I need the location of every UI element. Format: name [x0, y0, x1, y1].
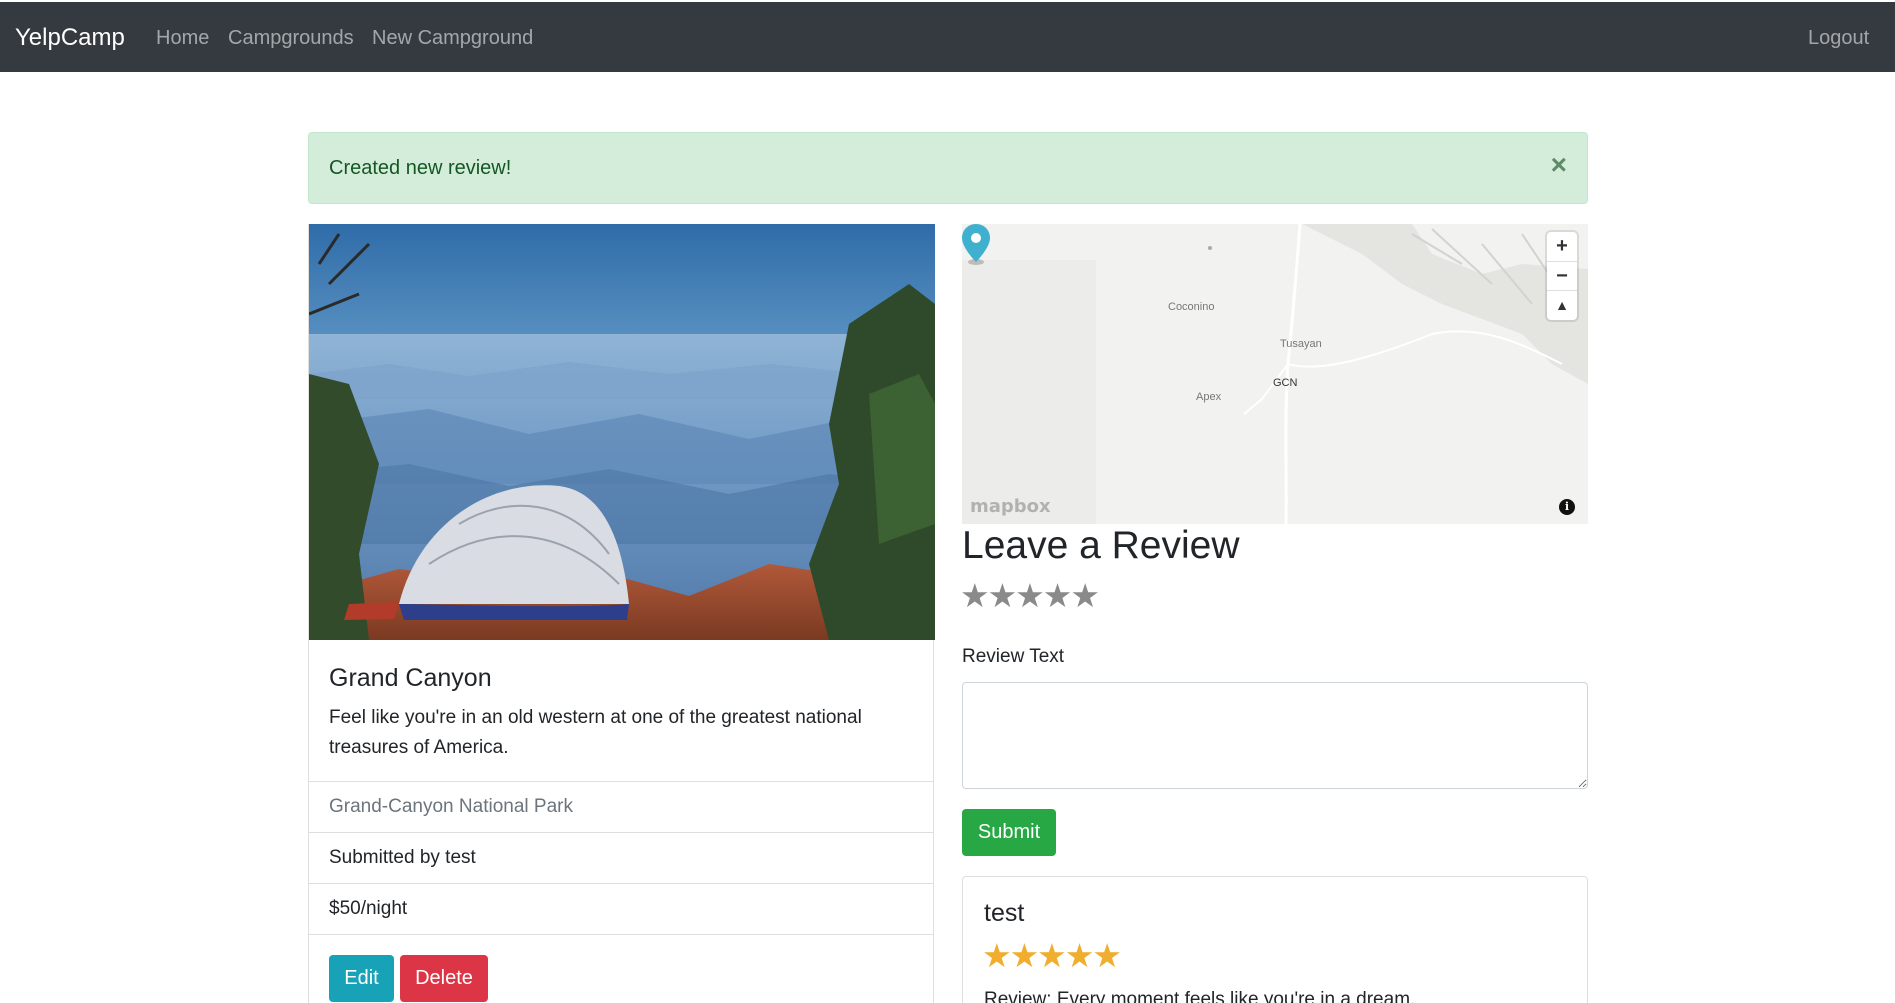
review-card: test ★★★★★ Review: Every moment feels li…: [962, 876, 1588, 1003]
campground-price: $50/night: [309, 883, 933, 934]
info-icon[interactable]: i: [1559, 499, 1575, 515]
nav-home-link[interactable]: Home: [156, 27, 209, 50]
review-text-input[interactable]: [962, 682, 1588, 789]
alert-message: Created new review!: [329, 157, 512, 179]
mapbox-logo[interactable]: mapbox: [970, 496, 1051, 517]
review-form-heading: Leave a Review: [962, 524, 1240, 567]
map-controls: + − ▲: [1547, 232, 1577, 320]
delete-button[interactable]: Delete: [400, 955, 488, 1002]
campground-title: Grand Canyon: [329, 664, 492, 692]
zoom-out-icon[interactable]: −: [1547, 261, 1577, 290]
campground-location: Grand-Canyon National Park: [309, 781, 933, 832]
campground-card: Grand Canyon Feel like you're in an old …: [308, 224, 935, 1003]
campground-map[interactable]: Coconino Tusayan Apex GCN + − ▲ mapbox i: [962, 224, 1588, 524]
nav-campgrounds-link[interactable]: Campgrounds: [228, 27, 354, 50]
review-body: Review: Every moment feels like you're i…: [984, 989, 1416, 1003]
review-stars: ★★★★★: [982, 937, 1122, 974]
navbar: YelpCamp Home Campgrounds New Campground…: [0, 2, 1895, 72]
map-pin-icon[interactable]: [962, 224, 990, 266]
close-icon[interactable]: ×: [1551, 151, 1567, 179]
compass-icon[interactable]: ▲: [1547, 290, 1577, 319]
campground-description: Feel like you're in an old western at on…: [329, 707, 862, 758]
campground-image: [309, 224, 935, 640]
map-label-tusayan: Tusayan: [1280, 338, 1322, 350]
logout-link[interactable]: Logout: [1808, 27, 1869, 50]
zoom-in-icon[interactable]: +: [1547, 232, 1577, 261]
map-label-coconino: Coconino: [1168, 301, 1215, 313]
review-text-label: Review Text: [962, 646, 1065, 667]
map-label-apex: Apex: [1196, 391, 1222, 403]
campground-actions: Edit Delete: [309, 934, 933, 1003]
campground-author: Submitted by test: [309, 832, 933, 883]
edit-button[interactable]: Edit: [329, 955, 394, 1002]
brand-link[interactable]: YelpCamp: [15, 24, 125, 52]
submit-review-button[interactable]: Submit: [962, 809, 1056, 856]
review-author: test: [984, 899, 1025, 927]
star-rating-input[interactable]: ★★★★★: [960, 576, 1100, 615]
nav-new-campground-link[interactable]: New Campground: [372, 27, 533, 50]
map-label-gcn: GCN: [1273, 377, 1298, 389]
success-alert: Created new review! ×: [308, 132, 1588, 204]
